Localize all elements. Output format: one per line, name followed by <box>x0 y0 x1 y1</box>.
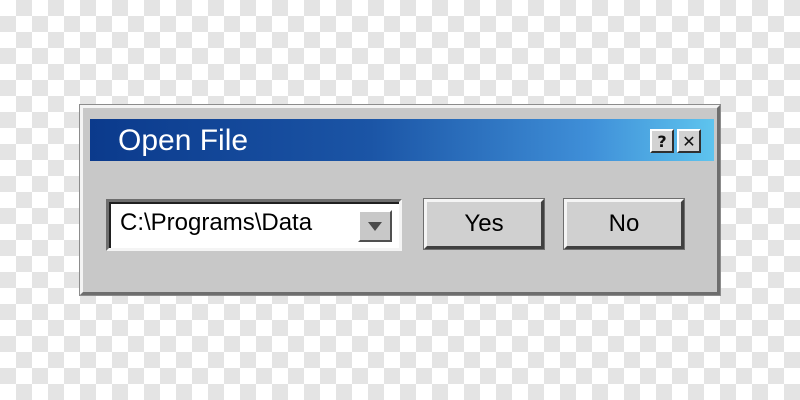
path-select[interactable]: C:\Programs\Data <box>106 199 402 251</box>
dialog-title: Open File <box>118 124 249 157</box>
no-button-label: No <box>608 210 640 237</box>
chevron-down-icon <box>368 221 382 231</box>
title-bar[interactable]: Open File ? ✕ <box>90 119 714 161</box>
close-button[interactable]: ✕ <box>677 129 701 153</box>
help-button[interactable]: ? <box>650 129 674 153</box>
help-icon: ? <box>657 131 667 151</box>
dropdown-button[interactable] <box>358 210 392 242</box>
yes-button[interactable]: Yes <box>424 199 544 249</box>
yes-button-label: Yes <box>464 210 504 237</box>
close-icon: ✕ <box>682 131 696 151</box>
open-file-dialog: Open File ? ✕ C:\Programs\Data Yes No <box>80 105 720 295</box>
path-value: C:\Programs\Data <box>120 209 313 236</box>
no-button[interactable]: No <box>564 199 684 249</box>
